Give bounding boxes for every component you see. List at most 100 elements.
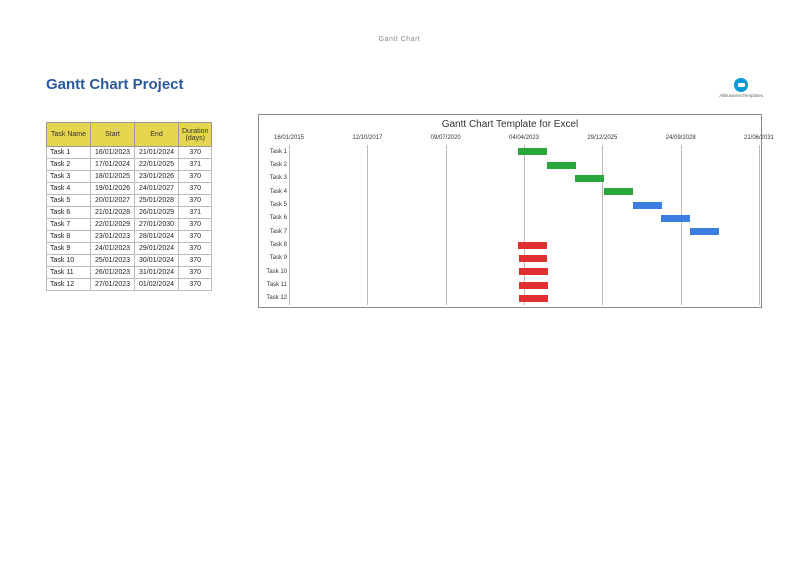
cell: 370 — [179, 231, 212, 243]
cell: 21/01/2028 — [91, 207, 135, 219]
task-table: Task NameStartEndDuration (days) Task 11… — [46, 122, 212, 291]
y-tick-label: Task 10 — [261, 266, 287, 278]
table-row: Task 1227/01/202301/02/2024370 — [47, 279, 212, 291]
gantt-bar — [519, 268, 548, 275]
cell: 370 — [179, 219, 212, 231]
y-tick-label: Task 6 — [261, 212, 287, 224]
cell: 370 — [179, 147, 212, 159]
cell: 19/01/2026 — [91, 183, 135, 195]
gantt-bar — [575, 175, 604, 182]
table-row: Task 318/01/202523/01/2026370 — [47, 171, 212, 183]
col-header: Duration (days) — [179, 123, 212, 147]
cell: 370 — [179, 183, 212, 195]
cell: 370 — [179, 279, 212, 291]
cell: 22/01/2025 — [135, 159, 179, 171]
cell: 25/01/2023 — [91, 255, 135, 267]
logo-icon — [734, 78, 748, 92]
y-tick-label: Task 5 — [261, 199, 287, 211]
cell: 17/01/2024 — [91, 159, 135, 171]
y-tick-label: Task 4 — [261, 186, 287, 198]
col-header: Start — [91, 123, 135, 147]
gantt-bar — [604, 188, 633, 195]
gantt-bar — [633, 202, 662, 209]
gridline — [446, 145, 447, 305]
cell: 27/01/2030 — [135, 219, 179, 231]
gantt-bar — [519, 282, 548, 289]
cell: 26/01/2023 — [91, 267, 135, 279]
cell: 28/01/2024 — [135, 231, 179, 243]
table-row: Task 621/01/202826/01/2029371 — [47, 207, 212, 219]
cell: 371 — [179, 207, 212, 219]
table-row: Task 116/01/202321/01/2024370 — [47, 147, 212, 159]
table-row: Task 823/01/202328/01/2024370 — [47, 231, 212, 243]
gantt-bar — [690, 228, 719, 235]
table-row: Task 1126/01/202331/01/2024370 — [47, 267, 212, 279]
table-row: Task 924/01/202329/01/2024370 — [47, 243, 212, 255]
gridline — [681, 145, 682, 305]
gantt-bar — [519, 255, 548, 262]
cell: Task 7 — [47, 219, 91, 231]
cell: 27/01/2023 — [91, 279, 135, 291]
cell: 20/01/2027 — [91, 195, 135, 207]
x-tick-label: 12/10/2017 — [352, 135, 382, 141]
y-tick-label: Task 3 — [261, 172, 287, 184]
cell: 31/01/2024 — [135, 267, 179, 279]
cell: Task 2 — [47, 159, 91, 171]
cell: 26/01/2029 — [135, 207, 179, 219]
cell: Task 1 — [47, 147, 91, 159]
cell: 30/01/2024 — [135, 255, 179, 267]
cell: 24/01/2027 — [135, 183, 179, 195]
cell: 23/01/2023 — [91, 231, 135, 243]
cell: Task 3 — [47, 171, 91, 183]
cell: 18/01/2025 — [91, 171, 135, 183]
cell: Task 8 — [47, 231, 91, 243]
x-tick-label: 24/09/2028 — [666, 135, 696, 141]
cell: 22/01/2029 — [91, 219, 135, 231]
cell: 24/01/2023 — [91, 243, 135, 255]
chart-title: Gantt Chart Template for Excel — [259, 115, 761, 133]
gantt-bar — [519, 295, 548, 302]
logo-text: AllBusinessTemplates — [719, 93, 763, 98]
cell: 29/01/2024 — [135, 243, 179, 255]
y-tick-label: Task 9 — [261, 252, 287, 264]
y-tick-label: Task 8 — [261, 239, 287, 251]
gridline — [602, 145, 603, 305]
table-row: Task 1025/01/202330/01/2024370 — [47, 255, 212, 267]
x-tick-label: 16/01/2015 — [274, 135, 304, 141]
x-tick-label: 04/04/2023 — [509, 135, 539, 141]
y-tick-label: Task 7 — [261, 226, 287, 238]
cell: 23/01/2026 — [135, 171, 179, 183]
brand-logo: AllBusinessTemplates — [719, 78, 763, 98]
x-tick-label: 09/07/2020 — [431, 135, 461, 141]
table-row: Task 419/01/202624/01/2027370 — [47, 183, 212, 195]
cell: Task 5 — [47, 195, 91, 207]
page-title: Gantt Chart Project — [46, 76, 184, 93]
cell: Task 4 — [47, 183, 91, 195]
y-tick-label: Task 12 — [261, 292, 287, 304]
y-tick-label: Task 1 — [261, 146, 287, 158]
gridline — [759, 145, 760, 305]
gantt-bar — [547, 162, 576, 169]
cell: 371 — [179, 159, 212, 171]
cell: 16/01/2023 — [91, 147, 135, 159]
cell: 25/01/2028 — [135, 195, 179, 207]
cell: 370 — [179, 243, 212, 255]
cell: 370 — [179, 267, 212, 279]
cell: 370 — [179, 195, 212, 207]
table-row: Task 520/01/202725/01/2028370 — [47, 195, 212, 207]
col-header: Task Name — [47, 123, 91, 147]
header-label: Gantt Chart — [0, 36, 799, 43]
cell: Task 10 — [47, 255, 91, 267]
cell: 21/01/2024 — [135, 147, 179, 159]
y-tick-label: Task 2 — [261, 159, 287, 171]
cell: 370 — [179, 255, 212, 267]
cell: Task 9 — [47, 243, 91, 255]
cell: 01/02/2024 — [135, 279, 179, 291]
x-tick-label: 29/12/2025 — [587, 135, 617, 141]
gridline — [289, 145, 290, 305]
gridline — [367, 145, 368, 305]
y-tick-label: Task 11 — [261, 279, 287, 291]
gantt-bar — [661, 215, 690, 222]
gantt-chart: Gantt Chart Template for Excel 16/01/201… — [258, 114, 762, 308]
gantt-bar — [518, 148, 547, 155]
